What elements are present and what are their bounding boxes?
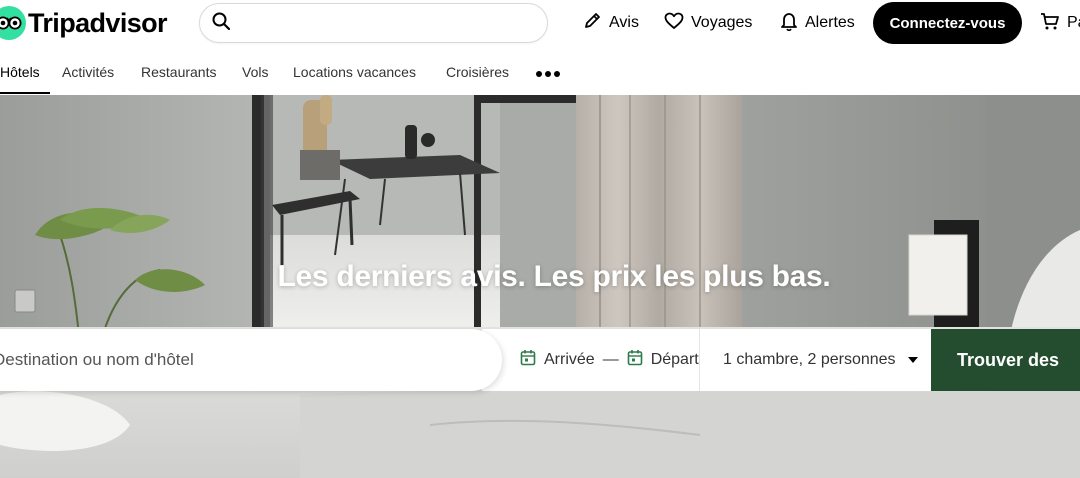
caret-down-icon (907, 357, 918, 363)
date-picker[interactable]: Arrivée — Départ (482, 329, 700, 391)
tab-flights[interactable]: Vols (242, 64, 268, 80)
trips-link[interactable]: Voyages (664, 10, 752, 36)
tab-vacation-rentals[interactable]: Locations vacances (293, 64, 416, 80)
rooms-guests-select[interactable]: 1 chambre, 2 personnes (700, 329, 931, 391)
top-header: Tripadvisor Avis Voyages Alertes Connect… (0, 0, 1080, 48)
brand-name: Tripadvisor (28, 7, 168, 38)
tab-activities[interactable]: Activités (62, 64, 114, 80)
cart-icon (1040, 11, 1067, 36)
heart-icon (664, 12, 691, 35)
destination-input[interactable] (0, 350, 502, 370)
calendar-icon (520, 349, 536, 371)
tab-restaurants[interactable]: Restaurants (141, 64, 216, 80)
active-tab-indicator (0, 92, 50, 94)
reviews-label: Avis (609, 14, 639, 31)
hero-section: Les derniers avis. Les prix les plus bas… (0, 95, 1080, 478)
date-separator: — (602, 351, 619, 368)
trips-label: Voyages (691, 14, 753, 31)
pencil-icon (583, 11, 609, 35)
search-input[interactable] (240, 14, 547, 32)
owl-eyes-icon (0, 6, 26, 40)
hero-title: Les derniers avis. Les prix les plus bas… (277, 260, 831, 293)
category-tabs: Hôtels Activités Restaurants Vols Locati… (0, 52, 1080, 95)
alerts-label: Alertes (805, 14, 855, 31)
tripadvisor-logo[interactable]: Tripadvisor (0, 3, 168, 43)
bell-icon (780, 11, 805, 36)
tab-cruises[interactable]: Croisières (446, 64, 509, 80)
find-hotels-button[interactable]: Trouver des (931, 329, 1080, 391)
signin-button[interactable]: Connectez-vous (873, 2, 1022, 44)
reviews-link[interactable]: Avis (583, 10, 639, 36)
tab-hotels[interactable]: Hôtels (0, 64, 40, 80)
rooms-guests-value: 1 chambre, 2 personnes (723, 351, 896, 368)
cart-link[interactable]: Pa (1040, 10, 1080, 36)
calendar-icon (627, 349, 643, 371)
destination-field[interactable] (0, 329, 502, 391)
more-dots-icon[interactable] (536, 71, 560, 77)
hotel-search-form: Arrivée — Départ 1 chambre, 2 personnes … (0, 329, 1080, 391)
checkout-label[interactable]: Départ (651, 351, 699, 369)
search-icon (212, 12, 231, 35)
search-bar[interactable] (199, 3, 548, 43)
cart-label: Pa (1067, 14, 1080, 31)
alerts-link[interactable]: Alertes (780, 10, 855, 36)
checkin-label[interactable]: Arrivée (544, 351, 595, 369)
